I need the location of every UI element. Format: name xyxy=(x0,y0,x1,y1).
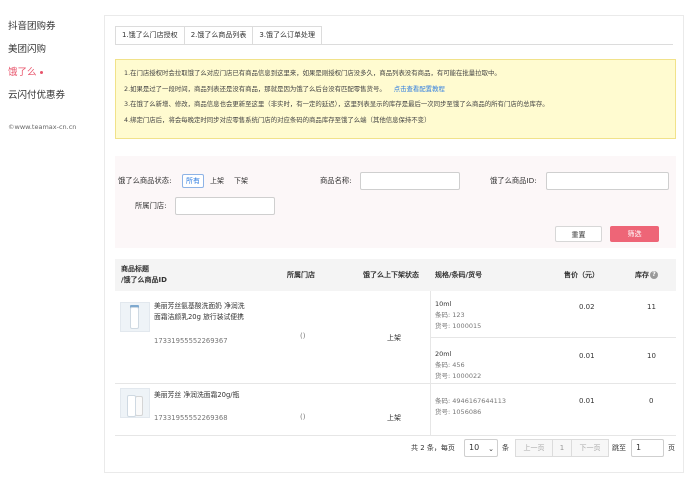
pagination-unit: 条 xyxy=(502,444,509,452)
sku-number-label: 货号: xyxy=(435,408,451,416)
notice-line-1: 1.在门店授权时会拉取饿了么对应门店已有商品信息到这里来，如果是刚授权门店没多久… xyxy=(124,69,501,77)
col-header-spec: 规格/条码/货号 xyxy=(435,271,483,279)
status-option-off-shelf[interactable]: 下架 xyxy=(234,176,248,186)
sku-number-label: 货号: xyxy=(435,322,451,330)
notice-line-2: 2.如果是过了一段时间，商品列表还是没有商品，那就是因为饿了么后台没有匹配零售货… xyxy=(124,82,667,98)
col-header-title-line1: 商品标题 xyxy=(121,265,149,273)
sku-barcode: 条码: 4946167644113 xyxy=(435,396,506,407)
sku-barcode: 条码: 456 xyxy=(435,360,481,371)
pagination-total: 共 2 条，每页 xyxy=(411,444,455,452)
sku-number: 货号: 1000015 xyxy=(435,321,481,332)
sku-spec-block: 条码: 4946167644113 货号: 1056086 xyxy=(435,396,506,418)
product-store: () xyxy=(300,413,306,421)
sku-divider xyxy=(430,337,676,338)
product-thumbnail xyxy=(120,388,150,418)
notice-line-4: 4.绑定门店后，将会每晚定时同步对应零售系统门店的对应条码的商品库存至饿了么端（… xyxy=(124,115,431,124)
sku-barcode: 条码: 123 xyxy=(435,310,481,321)
tab-bar: 1.饿了么门店授权 2.饿了么商品列表 3.饿了么订单处理 xyxy=(115,26,323,45)
active-dot-icon xyxy=(39,71,43,74)
store-filter-input[interactable] xyxy=(175,197,275,215)
chevron-down-icon: ⌄ xyxy=(488,445,494,453)
config-tutorial-link[interactable]: 点击查看配置教程 xyxy=(394,85,445,93)
sku-stock: 0 xyxy=(649,397,654,405)
current-page-button[interactable]: 1 xyxy=(552,439,572,457)
product-title[interactable]: 美丽芳丝 净润洗面霜20g/瓶 xyxy=(154,390,249,401)
sku-barcode-label: 条码: xyxy=(435,397,451,405)
sku-spec-block: 20ml 条码: 456 货号: 1000022 xyxy=(435,349,481,382)
sku-spec-block: 10ml 条码: 123 货号: 1000015 xyxy=(435,299,481,332)
product-id: 17331955552269367 xyxy=(154,337,228,345)
page-size-select[interactable]: 10 ⌄ xyxy=(464,439,498,457)
product-status: 上架 xyxy=(387,414,401,422)
reset-button[interactable]: 重置 xyxy=(555,226,602,242)
col-header-title: 商品标题 /饿了么商品ID xyxy=(121,264,167,286)
jump-page-input[interactable]: 1 xyxy=(631,439,664,457)
product-status: 上架 xyxy=(387,334,401,342)
product-store: () xyxy=(300,332,306,340)
status-option-on-shelf[interactable]: 上架 xyxy=(210,176,224,186)
tab-order-processing[interactable]: 3.饿了么订单处理 xyxy=(252,26,323,45)
notice-line-3: 3.在饿了么新增、修改，商品信息也会更新至这里（非实时，有一定的延迟），这里列表… xyxy=(124,100,549,109)
product-name-input[interactable] xyxy=(360,172,460,190)
table-row: 美丽芳丝氨基酸洗面奶 净润洗面霜洁颜乳20g 旅行装试便携 1733195555… xyxy=(115,291,676,384)
notice-box: 1.在门店授权时会拉取饿了么对应门店已有商品信息到这里来，如果是刚授权门店没多久… xyxy=(115,59,676,139)
sku-stock: 10 xyxy=(647,352,656,360)
page-unit-label: 页 xyxy=(668,444,675,452)
prev-page-button[interactable]: 上一页 xyxy=(515,439,553,457)
sku-spec: 20ml xyxy=(435,350,452,358)
sidebar-item-eleme[interactable]: 饿了么 xyxy=(8,64,43,78)
next-page-button[interactable]: 下一页 xyxy=(571,439,609,457)
filter-button[interactable]: 筛选 xyxy=(610,226,659,242)
copyright: ©www.teamax-cn.cn xyxy=(8,123,77,131)
filter-panel: 饿了么商品状态: 所有 上架 下架 商品名称: 饿了么商品ID: 所属门店: 重… xyxy=(115,156,676,248)
jump-to-label: 跳至 xyxy=(612,444,626,452)
product-title[interactable]: 美丽芳丝氨基酸洗面奶 净润洗面霜洁颜乳20g 旅行装试便携 xyxy=(154,301,249,323)
sidebar-item-meituan[interactable]: 美团闪购 xyxy=(8,41,46,55)
col-header-price: 售价（元） xyxy=(564,271,599,279)
tab-divider xyxy=(115,44,673,45)
sidebar: 抖音团购券 美团闪购 饿了么 云闪付优惠券 ©www.teamax-cn.cn xyxy=(0,0,100,489)
eleme-id-input[interactable] xyxy=(546,172,669,190)
sku-number: 货号: 1056086 xyxy=(435,407,506,418)
sidebar-item-unionpay[interactable]: 云闪付优惠券 xyxy=(8,87,65,101)
eleme-id-label: 饿了么商品ID: xyxy=(490,176,537,185)
table-row: 美丽芳丝 净润洗面霜20g/瓶 17331955552269368 () 上架 … xyxy=(115,384,676,436)
sku-number-value: 1000022 xyxy=(452,372,482,380)
sku-barcode-label: 条码: xyxy=(435,361,451,369)
cell-divider xyxy=(430,384,431,435)
sku-barcode-label: 条码: xyxy=(435,311,451,319)
page-size-value: 10 xyxy=(469,443,480,452)
sku-spec: 10ml xyxy=(435,300,452,308)
col-header-stock: 库存? xyxy=(635,270,658,281)
col-header-status: 饿了么上下架状态 xyxy=(363,271,419,279)
col-header-title-line2: /饿了么商品ID xyxy=(121,276,167,284)
help-icon[interactable]: ? xyxy=(650,271,658,279)
product-name-label: 商品名称: xyxy=(320,176,352,185)
tab-store-auth[interactable]: 1.饿了么门店授权 xyxy=(115,26,185,45)
status-option-all[interactable]: 所有 xyxy=(182,174,204,188)
sku-price: 0.01 xyxy=(579,352,595,360)
status-filter-label: 饿了么商品状态: xyxy=(118,176,172,185)
sku-number: 货号: 1000022 xyxy=(435,371,481,382)
sku-barcode-value: 123 xyxy=(452,311,465,319)
product-id: 17331955552269368 xyxy=(154,414,228,422)
tab-product-list[interactable]: 2.饿了么商品列表 xyxy=(183,26,254,45)
sku-price: 0.02 xyxy=(579,303,595,311)
sku-number-label: 货号: xyxy=(435,372,451,380)
store-filter-label: 所属门店: xyxy=(135,201,167,210)
sku-number-value: 1000015 xyxy=(452,322,482,330)
sku-price: 0.01 xyxy=(579,397,595,405)
sku-number-value: 1056086 xyxy=(452,408,482,416)
product-thumbnail xyxy=(120,302,150,332)
sidebar-item-label: 饿了么 xyxy=(8,67,37,78)
sidebar-item-douyin[interactable]: 抖音团购券 xyxy=(8,18,56,32)
table-header: 商品标题 /饿了么商品ID 所属门店 饿了么上下架状态 规格/条码/货号 售价（… xyxy=(115,259,676,291)
sku-barcode-value: 4946167644113 xyxy=(452,397,507,405)
main-panel: 1.饿了么门店授权 2.饿了么商品列表 3.饿了么订单处理 1.在门店授权时会拉… xyxy=(104,15,684,473)
notice-line-2-text: 2.如果是过了一段时间，商品列表还是没有商品，那就是因为饿了么后台没有匹配零售货… xyxy=(124,84,386,93)
sku-barcode-value: 456 xyxy=(452,361,465,369)
col-header-store: 所属门店 xyxy=(287,271,315,279)
col-header-stock-label: 库存 xyxy=(635,271,649,279)
sku-stock: 11 xyxy=(647,303,656,311)
